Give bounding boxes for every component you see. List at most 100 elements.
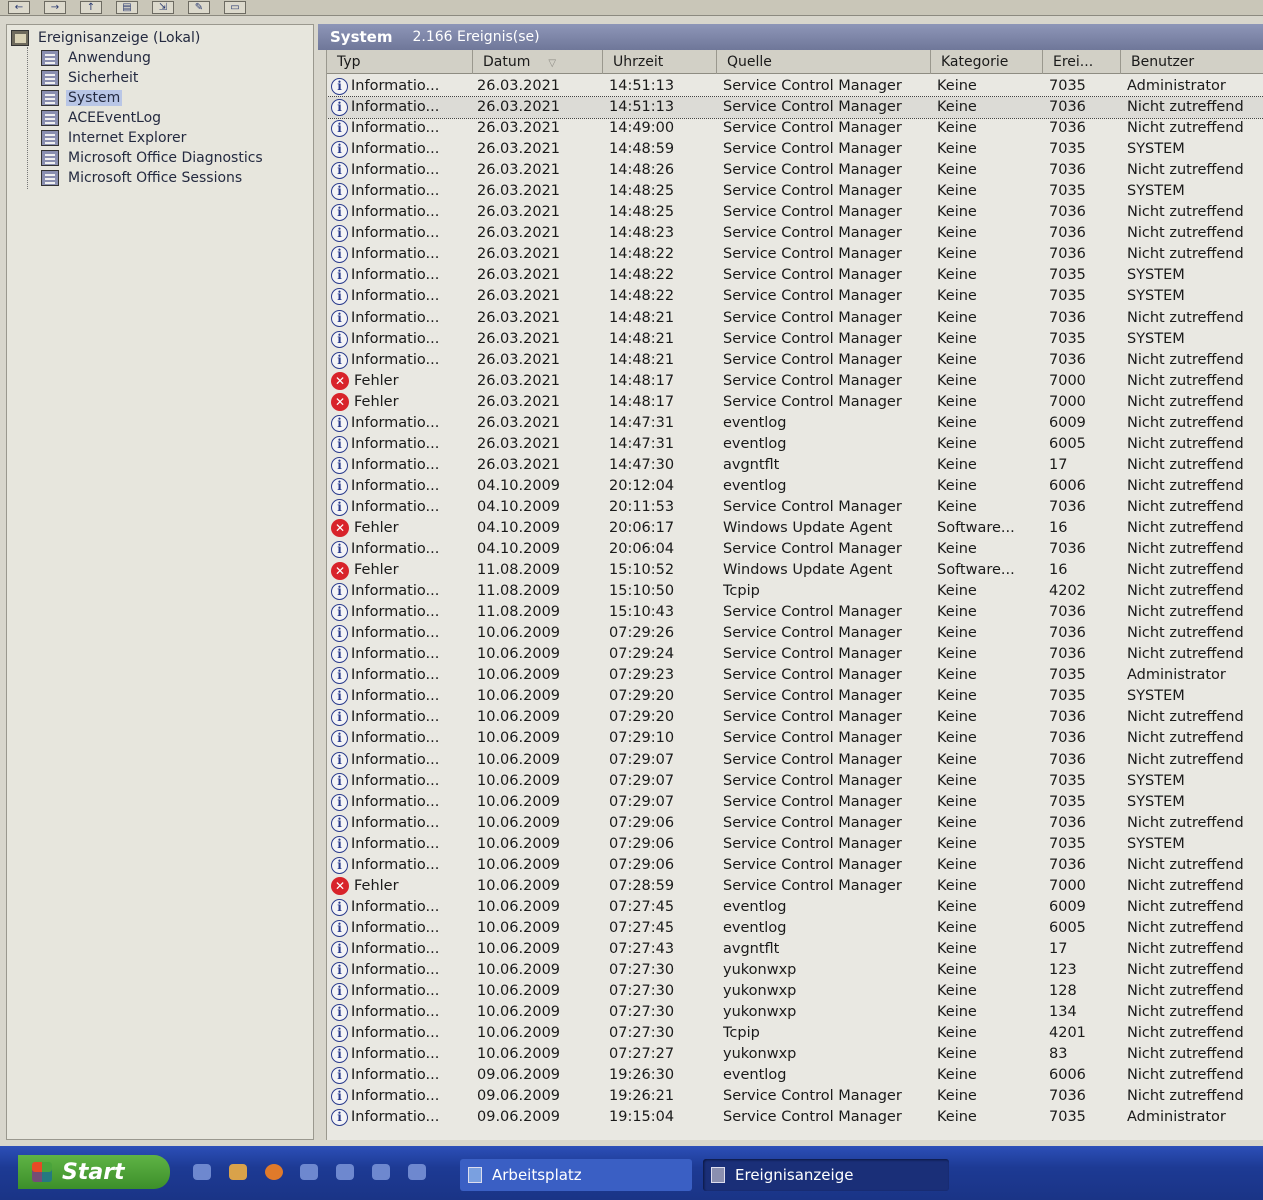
table-row[interactable]: i Informatio... 10.06.2009 07:27:43 avgntflt… xyxy=(327,939,1263,960)
time-cell: 07:27:45 xyxy=(609,919,675,936)
source-cell: yukonwxp xyxy=(723,1004,797,1021)
date-cell: 26.03.2021 xyxy=(477,330,561,347)
column-header-event[interactable]: Erei... xyxy=(1043,50,1121,74)
table-row[interactable]: i Informatio... 10.06.2009 07:27:45 eventlog… xyxy=(327,918,1263,939)
time-cell: 19:15:04 xyxy=(609,1109,675,1126)
column-header-source[interactable]: Quelle xyxy=(717,50,931,74)
tree-item-system[interactable]: System xyxy=(41,89,123,107)
table-row[interactable]: i Informatio... 26.03.2021 14:48:23 Service … xyxy=(327,223,1263,244)
tree-item-sicherheit[interactable]: Sicherheit xyxy=(41,69,140,87)
quicklaunch-icon-7[interactable] xyxy=(408,1164,426,1180)
table-row[interactable]: i Informatio... 10.06.2009 07:29:06 Service … xyxy=(327,834,1263,855)
export-icon[interactable]: ⇲ xyxy=(152,1,174,14)
start-button[interactable]: Start xyxy=(18,1155,170,1189)
column-header-date[interactable]: Datum ▽ xyxy=(473,50,603,74)
table-row[interactable]: i Informatio... 11.08.2009 15:10:43 Service … xyxy=(327,602,1263,623)
table-row[interactable]: i Informatio... 10.06.2009 07:27:30 yukonwxp… xyxy=(327,960,1263,981)
table-row[interactable]: i Informatio... 09.06.2009 19:26:30 eventlog… xyxy=(327,1065,1263,1086)
table-row[interactable]: i Informatio... 26.03.2021 14:48:22 Service … xyxy=(327,244,1263,265)
tree-root[interactable]: Ereignisanzeige (Lokal) xyxy=(11,29,202,47)
tree-item-aceeventlog[interactable]: ACEEventLog xyxy=(41,109,163,127)
table-row[interactable]: i Informatio... 10.06.2009 07:29:24 Service … xyxy=(327,644,1263,665)
quicklaunch-icon-4[interactable] xyxy=(300,1164,318,1180)
type-label: Informatio... xyxy=(351,625,440,642)
tree-item-internet-explorer[interactable]: Internet Explorer xyxy=(41,129,188,147)
table-row[interactable]: i Informatio... 26.03.2021 14:51:13 Service … xyxy=(327,96,1263,120)
show-desktop-icon[interactable] xyxy=(193,1164,211,1180)
task-button-arbeitsplatz[interactable]: Arbeitsplatz xyxy=(460,1159,692,1191)
table-row[interactable]: i Informatio... 26.03.2021 14:48:26 Service … xyxy=(327,160,1263,181)
table-row[interactable]: i Informatio... 26.03.2021 14:49:00 Service … xyxy=(327,118,1263,139)
info-icon: i xyxy=(331,709,348,727)
up-folder-icon[interactable]: ↑ xyxy=(80,1,102,14)
table-row[interactable]: i Informatio... 10.06.2009 07:29:07 Service … xyxy=(327,792,1263,813)
table-row[interactable]: i Informatio... 10.06.2009 07:29:26 Service … xyxy=(327,623,1263,644)
table-row[interactable]: ✕ Fehler 26.03.2021 14:48:17 Service Control… xyxy=(327,371,1263,392)
tree-item-microsoft-office-sessions[interactable]: Microsoft Office Sessions xyxy=(41,169,244,187)
task-button-ereignisanzeige[interactable]: Ereignisanzeige xyxy=(703,1159,949,1191)
table-row[interactable]: i Informatio... 04.10.2009 20:12:04 eventlog… xyxy=(327,476,1263,497)
table-row[interactable]: i Informatio... 26.03.2021 14:48:21 Service … xyxy=(327,329,1263,350)
table-row[interactable]: i Informatio... 10.06.2009 07:29:23 Service … xyxy=(327,665,1263,686)
table-row[interactable]: i Informatio... 10.06.2009 07:27:30 Tcpip Kei… xyxy=(327,1023,1263,1044)
show-tree-icon[interactable]: ▤ xyxy=(116,1,138,14)
quicklaunch-icon-5[interactable] xyxy=(336,1164,354,1180)
info-icon: i xyxy=(331,646,348,664)
source-cell: Service Control Manager xyxy=(723,709,902,726)
table-row[interactable]: i Informatio... 26.03.2021 14:48:25 Service … xyxy=(327,202,1263,223)
table-row[interactable]: i Informatio... 26.03.2021 14:47:30 avgntflt… xyxy=(327,455,1263,476)
table-row[interactable]: ✕ Fehler 04.10.2009 20:06:17 Windows Update … xyxy=(327,518,1263,539)
table-row[interactable]: i Informatio... 10.06.2009 07:29:06 Service … xyxy=(327,813,1263,834)
category-cell: Keine xyxy=(937,393,977,410)
table-row[interactable]: i Informatio... 26.03.2021 14:48:22 Service … xyxy=(327,286,1263,307)
table-row[interactable]: i Informatio... 10.06.2009 07:27:27 yukonwxp… xyxy=(327,1044,1263,1065)
info-icon: i xyxy=(331,625,348,643)
table-row[interactable]: i Informatio... 09.06.2009 19:26:21 Service … xyxy=(327,1086,1263,1107)
table-row[interactable]: i Informatio... 10.06.2009 07:29:10 Service … xyxy=(327,728,1263,749)
table-row[interactable]: i Informatio... 10.06.2009 07:27:30 yukonwxp… xyxy=(327,1002,1263,1023)
table-row[interactable]: i Informatio... 26.03.2021 14:48:21 Service … xyxy=(327,350,1263,371)
table-row[interactable]: i Informatio... 26.03.2021 14:47:31 eventlog… xyxy=(327,413,1263,434)
column-header-type[interactable]: Typ xyxy=(327,50,473,74)
table-row[interactable]: i Informatio... 10.06.2009 07:27:45 eventlog… xyxy=(327,897,1263,918)
source-cell: eventlog xyxy=(723,898,787,915)
table-row[interactable]: i Informatio... 09.06.2009 19:15:04 Service … xyxy=(327,1107,1263,1128)
table-row[interactable]: i Informatio... 10.06.2009 07:29:06 Service … xyxy=(327,855,1263,876)
table-row[interactable]: i Informatio... 26.03.2021 14:51:13 Service … xyxy=(327,76,1263,97)
event-id-cell: 16 xyxy=(1049,519,1068,536)
column-header-time[interactable]: Uhrzeit xyxy=(603,50,717,74)
table-row[interactable]: i Informatio... 04.10.2009 20:11:53 Service … xyxy=(327,497,1263,518)
column-header-user[interactable]: Benutzer xyxy=(1121,50,1263,74)
info-icon: i xyxy=(331,541,348,559)
tree-item-microsoft-office-diagnostics[interactable]: Microsoft Office Diagnostics xyxy=(41,149,265,167)
quicklaunch-app-icon[interactable] xyxy=(229,1164,247,1180)
table-row[interactable]: ✕ Fehler 10.06.2009 07:28:59 Service Control… xyxy=(327,876,1263,897)
table-row[interactable]: i Informatio... 10.06.2009 07:29:07 Service … xyxy=(327,771,1263,792)
forward-icon[interactable]: → xyxy=(44,1,66,14)
table-row[interactable]: i Informatio... 26.03.2021 14:48:22 Service … xyxy=(327,265,1263,286)
properties-icon[interactable]: ✎ xyxy=(188,1,210,14)
table-row[interactable]: i Informatio... 04.10.2009 20:06:04 Service … xyxy=(327,539,1263,560)
table-row[interactable]: ✕ Fehler 26.03.2021 14:48:17 Service Control… xyxy=(327,392,1263,413)
table-row[interactable]: i Informatio... 26.03.2021 14:48:59 Service … xyxy=(327,139,1263,160)
table-row[interactable]: i Informatio... 11.08.2009 15:10:50 Tcpip Kei… xyxy=(327,581,1263,602)
table-row[interactable]: i Informatio... 10.06.2009 07:27:30 yukonwxp… xyxy=(327,981,1263,1002)
back-icon[interactable]: ← xyxy=(8,1,30,14)
table-row[interactable]: i Informatio... 10.06.2009 07:29:20 Service … xyxy=(327,707,1263,728)
time-cell: 07:27:30 xyxy=(609,961,675,978)
table-row[interactable]: i Informatio... 26.03.2021 14:48:21 Service … xyxy=(327,308,1263,329)
quicklaunch-icon-6[interactable] xyxy=(372,1164,390,1180)
tree-item-anwendung[interactable]: Anwendung xyxy=(41,49,153,67)
firefox-icon[interactable] xyxy=(265,1164,283,1180)
table-row[interactable]: i Informatio... 10.06.2009 07:29:20 Service … xyxy=(327,686,1263,707)
column-header-category[interactable]: Kategorie xyxy=(931,50,1043,74)
info-icon: i xyxy=(331,961,348,979)
type-label: Informatio... xyxy=(351,141,440,158)
table-row[interactable]: i Informatio... 10.06.2009 07:29:07 Service … xyxy=(327,750,1263,771)
help-icon[interactable]: ▭ xyxy=(224,1,246,14)
user-cell: SYSTEM xyxy=(1127,141,1185,158)
table-row[interactable]: i Informatio... 26.03.2021 14:47:31 eventlog… xyxy=(327,434,1263,455)
date-cell: 26.03.2021 xyxy=(477,162,561,179)
table-row[interactable]: ✕ Fehler 11.08.2009 15:10:52 Windows Update … xyxy=(327,560,1263,581)
table-row[interactable]: i Informatio... 26.03.2021 14:48:25 Service … xyxy=(327,181,1263,202)
